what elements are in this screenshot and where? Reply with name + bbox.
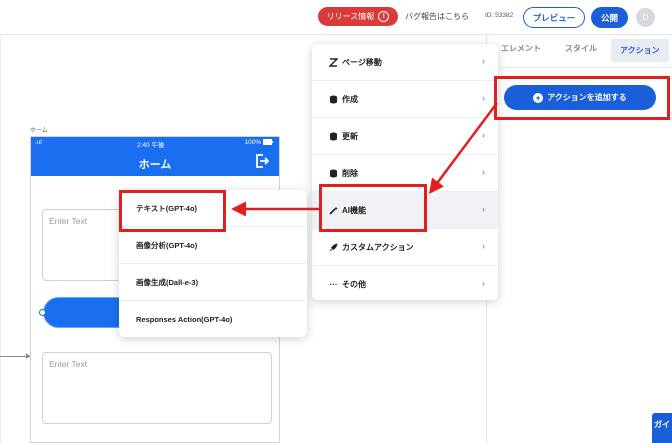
release-info-button[interactable]: リリース情報 ! (318, 7, 398, 26)
menu-item-label: カスタムアクション (342, 242, 414, 252)
resize-handle[interactable] (39, 309, 46, 316)
logout-icon[interactable] (255, 154, 269, 168)
annotation-box-ai-features (319, 184, 427, 232)
submenu-item-image-analysis[interactable]: 画像分析(GPT-4o) (119, 227, 307, 264)
chevron-right-icon: › (482, 241, 485, 251)
database-icon (329, 132, 338, 141)
signal-icon: .ııl (35, 139, 42, 146)
menu-item-label: ページ移動 (342, 57, 382, 67)
menu-item-other[interactable]: ··· その他 › (312, 266, 498, 303)
status-time: 2:40 午後 (137, 142, 165, 149)
menu-item-label: 作成 (342, 94, 358, 104)
rocket-icon (329, 243, 338, 252)
phone-title: ホーム (138, 159, 172, 171)
avatar[interactable]: D (636, 8, 655, 27)
preview-button[interactable]: プレビュー (523, 7, 585, 28)
publish-button[interactable]: 公開 (591, 7, 628, 28)
menu-item-create[interactable]: 作成 › (312, 81, 498, 118)
project-id: ID: 53382 (485, 12, 514, 19)
menu-item-label: 更新 (342, 131, 358, 141)
chevron-right-icon: › (482, 278, 485, 288)
chevron-right-icon: › (482, 167, 485, 177)
submenu-item-image-generation[interactable]: 画像生成(Dall-e-3) (119, 264, 307, 301)
annotation-box-add-action (494, 76, 670, 120)
top-bar: リリース情報 ! バグ報告はこちら ID: 53382 プレビュー 公開 D (0, 0, 672, 35)
menu-item-label: その他 (342, 280, 366, 289)
phone-status-bar: .ııl 2:40 午後 100% (31, 137, 279, 149)
chevron-right-icon: › (482, 204, 485, 214)
phone-header[interactable]: ホーム (31, 149, 279, 176)
menu-item-label: 削除 (342, 168, 358, 178)
bug-report-link[interactable]: バグ報告はこちら (405, 11, 469, 22)
chevron-right-icon: › (482, 56, 485, 66)
zigzag-icon (329, 57, 338, 67)
panel-tabs: エレメント スタイル アクション (487, 39, 672, 65)
panel-divider (487, 67, 672, 68)
chevron-right-icon: › (482, 93, 485, 103)
database-icon (329, 169, 338, 178)
text-input-2[interactable]: Enter Text (42, 352, 272, 424)
database-icon (329, 95, 338, 104)
alert-icon: ! (378, 11, 390, 22)
canvas-divider (0, 35, 1, 443)
guide-tab[interactable]: ガイ (652, 413, 672, 443)
battery-icon (263, 139, 273, 146)
battery-percent: 100% (244, 139, 262, 146)
tab-actions[interactable]: アクション (611, 39, 669, 62)
submenu-item-responses-action[interactable]: Responses Action(GPT-4o) (119, 301, 307, 338)
tab-elements[interactable]: エレメント (501, 43, 541, 54)
tab-style[interactable]: スタイル (565, 43, 597, 54)
release-info-label: リリース情報 (326, 12, 375, 21)
action-type-menu: ページ移動 › 作成 › 更新 › 削除 › AI機能 › カスタムアクション … (312, 44, 498, 300)
menu-item-page-navigation[interactable]: ページ移動 › (312, 44, 498, 81)
chevron-right-icon: › (482, 130, 485, 140)
battery-indicator: 100% (245, 139, 273, 146)
ellipsis-icon: ··· (329, 280, 338, 289)
menu-item-update[interactable]: 更新 › (312, 118, 498, 155)
page-label: ホーム (30, 128, 48, 134)
annotation-box-text-gpt (119, 190, 226, 232)
menu-item-custom-action[interactable]: カスタムアクション › (312, 229, 498, 266)
